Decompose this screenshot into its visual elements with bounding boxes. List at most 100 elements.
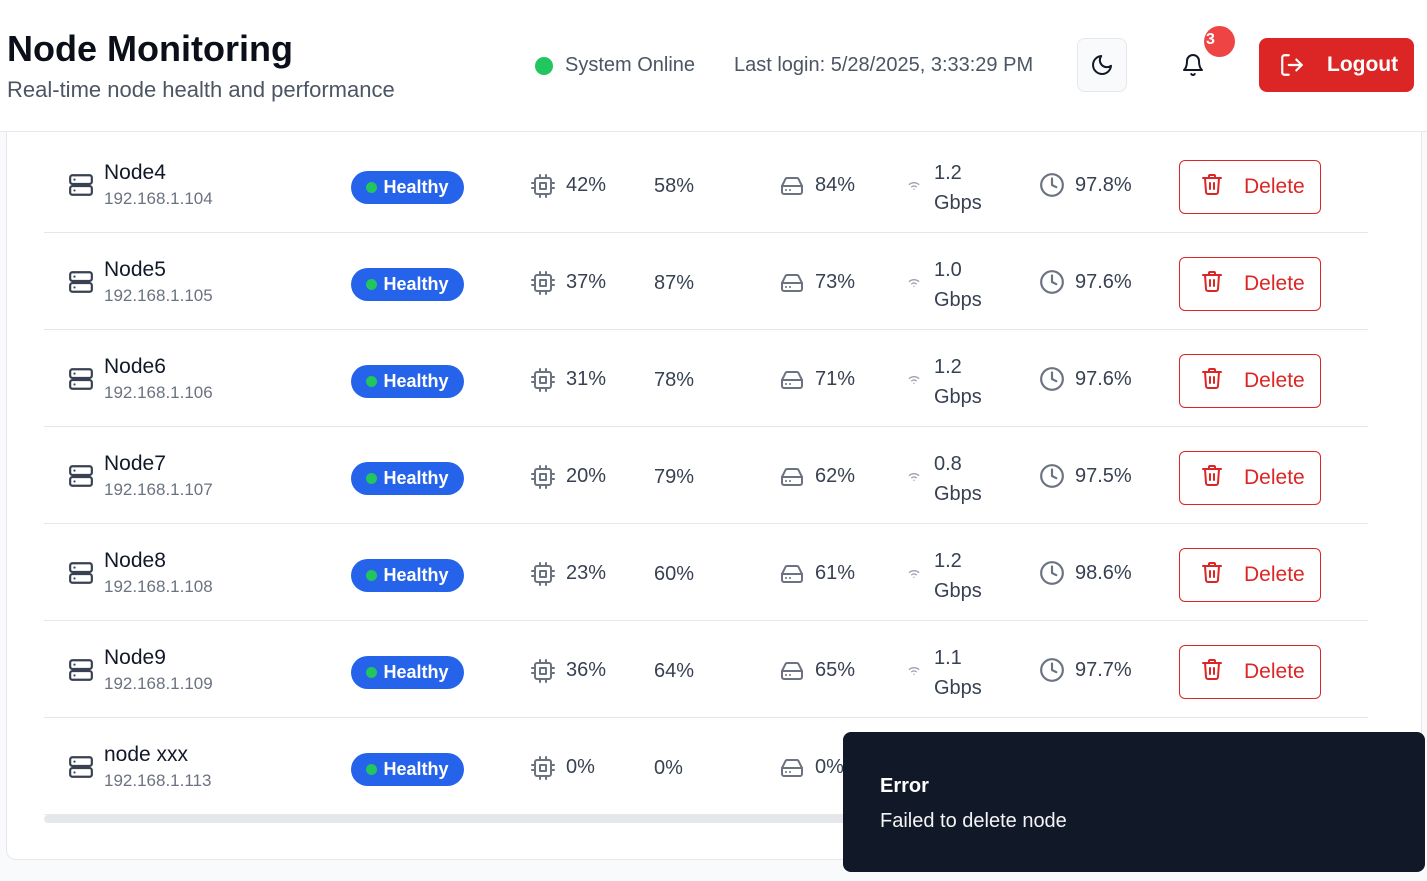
wifi-icon: [905, 176, 923, 197]
table-row: Node9 192.168.1.109 Healthy 36% 64% 65% …: [44, 621, 1368, 718]
cpu-icon: [531, 271, 555, 300]
cpu-usage: 31%: [566, 368, 607, 390]
node-ip: 192.168.1.104: [104, 189, 213, 208]
cpu-usage: 0%: [566, 756, 595, 778]
memory-usage: 60%: [654, 563, 695, 585]
wifi-icon: [905, 661, 923, 682]
status-badge: Healthy: [351, 462, 464, 495]
uptime-value: 97.7%: [1075, 659, 1132, 681]
logout-label: Logout: [1327, 53, 1399, 76]
cpu-icon: [531, 368, 555, 397]
disk-icon: [779, 756, 805, 785]
cpu-usage: 20%: [566, 465, 607, 487]
status-dot: [366, 667, 378, 678]
trash-icon: [1200, 560, 1224, 590]
node-name: Node4: [104, 161, 166, 184]
status-badge: Healthy: [351, 656, 464, 689]
memory-usage: 0%: [654, 757, 683, 779]
server-icon: [68, 560, 94, 591]
delete-node-button[interactable]: Delete: [1179, 451, 1321, 505]
table-row: Node7 192.168.1.107 Healthy 20% 79% 62% …: [44, 427, 1368, 524]
memory-usage: 78%: [654, 369, 695, 391]
clock-icon: [1039, 657, 1065, 688]
disk-usage: 65%: [815, 659, 856, 681]
uptime-value: 97.5%: [1075, 465, 1132, 487]
notification-count-badge: 3: [1204, 26, 1235, 57]
delete-node-button[interactable]: Delete: [1179, 257, 1321, 311]
status-badge-label: Healthy: [383, 177, 449, 197]
status-badge: Healthy: [351, 559, 464, 592]
status-dot: [366, 473, 378, 484]
table-row: Node8 192.168.1.108 Healthy 23% 60% 61% …: [44, 524, 1368, 621]
wifi-icon: [905, 467, 923, 488]
wifi-icon: [905, 273, 923, 294]
server-icon: [68, 366, 94, 397]
disk-icon: [779, 562, 805, 591]
last-login-text: Last login: 5/28/2025, 3:33:29 PM: [734, 54, 1034, 76]
cpu-icon: [531, 562, 555, 591]
node-name: Node7: [104, 452, 166, 475]
memory-usage: 64%: [654, 660, 695, 682]
error-toast: Error Failed to delete node: [843, 732, 1425, 872]
table-row: Node6 192.168.1.106 Healthy 31% 78% 71% …: [44, 330, 1368, 427]
node-name: Node9: [104, 646, 166, 669]
logout-button[interactable]: Logout: [1259, 38, 1414, 92]
logout-icon: [1281, 54, 1303, 76]
status-dot: [366, 182, 378, 193]
memory-usage: 58%: [654, 175, 695, 197]
status-dot: [366, 279, 378, 290]
delete-label: Delete: [1244, 466, 1305, 489]
cpu-icon: [531, 659, 555, 688]
cpu-usage: 37%: [566, 271, 607, 293]
delete-node-button[interactable]: Delete: [1179, 548, 1321, 602]
cpu-icon: [531, 174, 555, 203]
server-icon: [68, 172, 94, 203]
status-badge: Healthy: [351, 365, 464, 398]
delete-node-button[interactable]: Delete: [1179, 160, 1321, 214]
status-badge: Healthy: [351, 753, 464, 786]
server-icon: [68, 754, 94, 785]
memory-usage: 79%: [654, 466, 695, 488]
network-throughput: 0.8 Gbps: [934, 453, 982, 505]
node-ip: 192.168.1.106: [104, 383, 213, 402]
status-badge-label: Healthy: [383, 371, 449, 391]
node-name: Node8: [104, 549, 166, 572]
disk-usage: 73%: [815, 271, 856, 293]
status-badge-label: Healthy: [383, 759, 449, 779]
server-icon: [68, 269, 94, 300]
network-throughput: 1.2 Gbps: [934, 550, 982, 602]
theme-toggle-button[interactable]: [1077, 38, 1127, 92]
delete-label: Delete: [1244, 660, 1305, 683]
bell-icon: [1183, 54, 1203, 76]
node-name: node xxx: [104, 743, 189, 766]
cpu-icon: [531, 756, 555, 785]
cpu-usage: 42%: [566, 174, 607, 196]
delete-node-button[interactable]: Delete: [1179, 354, 1321, 408]
cpu-usage: 23%: [566, 562, 607, 584]
moon-icon: [1092, 55, 1112, 75]
delete-label: Delete: [1244, 175, 1305, 198]
trash-icon: [1200, 366, 1224, 396]
table-row: Node5 192.168.1.105 Healthy 37% 87% 73% …: [44, 233, 1368, 330]
uptime-value: 97.6%: [1075, 271, 1132, 293]
memory-usage: 87%: [654, 272, 695, 294]
delete-node-button[interactable]: Delete: [1179, 645, 1321, 699]
network-throughput: 1.2 Gbps: [934, 356, 982, 408]
server-icon: [68, 463, 94, 494]
clock-icon: [1039, 269, 1065, 300]
trash-icon: [1200, 172, 1224, 202]
system-status-text: System Online: [565, 54, 696, 76]
status-dot: [366, 764, 378, 775]
disk-usage: 84%: [815, 174, 856, 196]
delete-label: Delete: [1244, 272, 1305, 295]
disk-icon: [779, 465, 805, 494]
status-badge: Healthy: [351, 171, 464, 204]
node-ip: 192.168.1.108: [104, 577, 213, 596]
wifi-icon: [905, 370, 923, 391]
toast-message: Failed to delete node: [880, 810, 1067, 832]
disk-usage: 61%: [815, 562, 856, 584]
uptime-value: 97.6%: [1075, 368, 1132, 390]
disk-icon: [779, 368, 805, 397]
network-throughput: 1.0 Gbps: [934, 259, 982, 311]
page-subtitle: Real-time node health and performance: [7, 77, 395, 102]
